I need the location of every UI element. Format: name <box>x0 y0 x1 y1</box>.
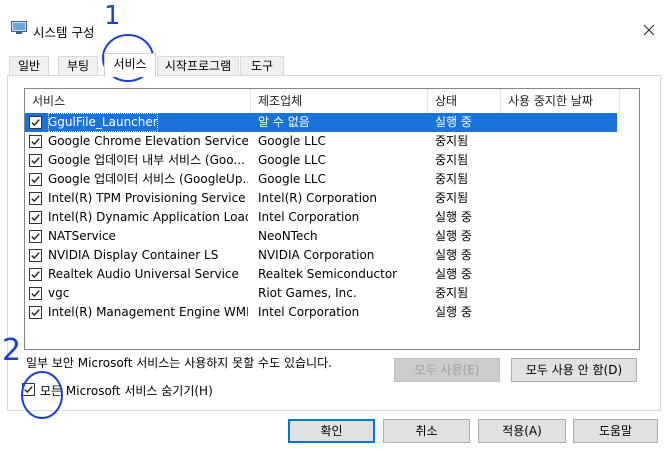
close-icon <box>643 24 655 36</box>
table-row[interactable]: Intel(R) Dynamic Application Loade... Int… <box>25 208 617 227</box>
tab-tools[interactable]: 도구 <box>240 56 284 76</box>
table-row[interactable]: Google 업데이터 서비스 (GoogleUp... Google LLC 중지… <box>25 170 617 189</box>
security-services-note: 일부 보안 Microsoft 서비스는 사용하지 못할 수도 있습니다. <box>26 356 332 370</box>
service-checkbox[interactable] <box>29 173 42 186</box>
service-name: GgulFile_Launcher <box>48 113 158 132</box>
service-status: 실행 중 <box>435 115 472 129</box>
ok-button[interactable]: 확인 <box>288 419 375 443</box>
table-row[interactable]: NATService NeoNTech 실행 중 <box>25 227 617 246</box>
service-checkbox[interactable] <box>29 116 42 129</box>
service-checkbox[interactable] <box>29 268 42 281</box>
checkmark-icon <box>31 176 40 184</box>
service-vendor: Intel Corporation <box>258 305 360 319</box>
service-checkbox[interactable] <box>29 230 42 243</box>
table-row[interactable]: Google Chrome Elevation Service (... Goog… <box>25 132 617 151</box>
service-checkbox[interactable] <box>29 306 42 319</box>
disable-all-button[interactable]: 모두 사용 안 함(D) <box>511 358 637 382</box>
service-vendor: Intel(R) Corporation <box>258 191 377 205</box>
service-checkbox[interactable] <box>29 249 42 262</box>
checkmark-icon <box>31 119 40 127</box>
checkmark-icon <box>31 157 40 165</box>
service-status: 실행 중 <box>435 305 472 319</box>
table-row[interactable]: vgc Riot Games, Inc. 중지됨 <box>25 284 617 303</box>
checkmark-icon <box>31 309 40 317</box>
service-status: 중지됨 <box>435 134 469 148</box>
checkmark-icon <box>31 214 40 222</box>
service-status: 중지됨 <box>435 153 469 167</box>
service-status: 실행 중 <box>435 229 472 243</box>
service-name: Intel(R) TPM Provisioning Service <box>48 191 246 205</box>
table-row[interactable]: GgulFile_Launcher 알 수 없음 실행 중 <box>25 113 617 132</box>
system-config-app-icon <box>11 21 27 34</box>
service-name: Realtek Audio Universal Service <box>48 267 239 281</box>
help-button[interactable]: 도움말 <box>573 419 658 443</box>
table-row[interactable]: Realtek Audio Universal Service Realtek S… <box>25 265 617 284</box>
checkmark-icon <box>31 195 40 203</box>
service-vendor: Google LLC <box>258 134 326 148</box>
service-vendor: Google LLC <box>258 153 326 167</box>
tab-boot[interactable]: 부팅 <box>58 56 98 76</box>
service-vendor: Google LLC <box>258 172 326 186</box>
checkmark-icon <box>31 252 40 260</box>
table-row[interactable]: Google 업데이터 내부 서비스 (Goo... Google LLC 중지됨 <box>25 151 617 170</box>
checkmark-icon <box>31 290 40 298</box>
service-status: 중지됨 <box>435 286 469 300</box>
close-button[interactable] <box>637 19 661 41</box>
checkmark-icon <box>31 271 40 279</box>
tab-services[interactable]: 서비스 <box>104 53 156 77</box>
tab-general[interactable]: 일반 <box>9 56 49 76</box>
service-vendor: Riot Games, Inc. <box>258 286 357 300</box>
service-vendor: Intel Corporation <box>258 210 360 224</box>
hide-microsoft-services-checkbox[interactable] <box>22 383 35 396</box>
service-checkbox[interactable] <box>29 154 42 167</box>
table-row[interactable]: NVIDIA Display Container LS NVIDIA Corpor… <box>25 246 617 265</box>
service-checkbox[interactable] <box>29 211 42 224</box>
service-vendor: NVIDIA Corporation <box>258 248 375 262</box>
services-rows: GgulFile_Launcher 알 수 없음 실행 중 Google Chrome… <box>25 89 639 349</box>
service-vendor: 알 수 없음 <box>258 115 310 129</box>
service-name: NATService <box>48 229 116 243</box>
service-name: Google Chrome Elevation Service (... <box>48 134 248 148</box>
service-vendor: NeoNTech <box>258 229 318 243</box>
table-row[interactable]: Intel(R) Management Engine WMI P... Intel… <box>25 303 617 322</box>
service-name: Intel(R) Dynamic Application Loade... <box>48 210 248 224</box>
tab-startup[interactable]: 시작프로그램 <box>157 56 239 76</box>
service-name: vgc <box>48 286 70 300</box>
service-checkbox[interactable] <box>29 192 42 205</box>
service-status: 실행 중 <box>435 267 472 281</box>
service-checkbox[interactable] <box>29 135 42 148</box>
service-name: NVIDIA Display Container LS <box>48 248 219 262</box>
window-title: 시스템 구성 <box>33 25 95 40</box>
table-row[interactable]: Intel(R) TPM Provisioning Service Intel(R… <box>25 189 617 208</box>
service-name: Google 업데이터 서비스 (GoogleUp... <box>48 172 248 186</box>
cancel-button[interactable]: 취소 <box>383 419 470 443</box>
apply-button[interactable]: 적용(A) <box>478 419 566 443</box>
checkmark-icon <box>24 386 33 394</box>
service-vendor: Realtek Semiconductor <box>258 267 398 281</box>
checkmark-icon <box>31 138 40 146</box>
services-listview[interactable]: 서비스 ^ 제조업체 상태 사용 중지한 날짜 GgulFile_Launche… <box>24 88 640 350</box>
service-status: 중지됨 <box>435 172 469 186</box>
checkmark-icon <box>31 233 40 241</box>
service-status: 중지됨 <box>435 191 469 205</box>
service-checkbox[interactable] <box>29 287 42 300</box>
service-name: Google 업데이터 내부 서비스 (Goo... <box>48 153 245 167</box>
service-name: Intel(R) Management Engine WMI P... <box>48 305 248 319</box>
service-status: 실행 중 <box>435 210 472 224</box>
service-status: 실행 중 <box>435 248 472 262</box>
hide-microsoft-services-label[interactable]: 모든 Microsoft 서비스 숨기기(H) <box>40 382 213 399</box>
enable-all-button[interactable]: 모두 사용(E) <box>394 358 500 382</box>
title-bar <box>0 0 665 30</box>
